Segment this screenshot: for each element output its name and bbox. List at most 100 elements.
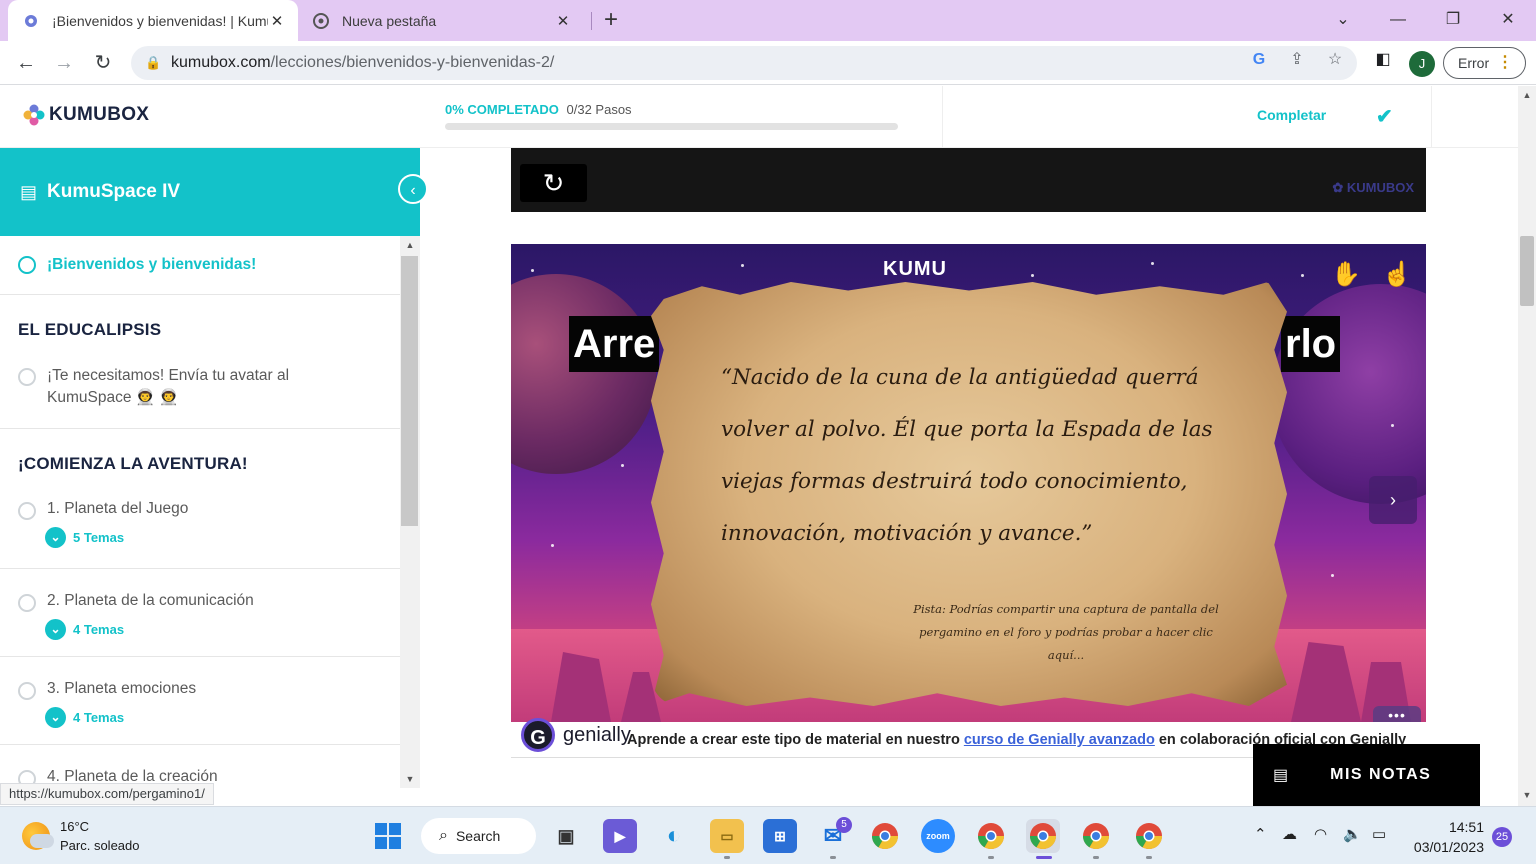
file-explorer-icon[interactable]: ▭	[710, 819, 744, 853]
reload-slide-icon[interactable]: ↻	[520, 164, 587, 202]
chrome-icon	[312, 12, 330, 30]
share-icon[interactable]: ⇪	[1286, 49, 1308, 71]
sidebar-scrollbar[interactable]: ▲ ▼	[400, 236, 420, 788]
profile-avatar[interactable]: J	[1409, 51, 1435, 77]
chrome-profile-icon[interactable]	[1132, 819, 1166, 853]
teams-chat-icon[interactable]: ▶	[603, 819, 637, 853]
task-view-icon[interactable]: ▣	[549, 819, 583, 853]
genially-slide[interactable]: KUMU Arre rlo ✋ ☝ › “Nacido de la cuna d…	[511, 244, 1426, 722]
tab-kumubox[interactable]: ¡Bienvenidos y bienvenidas! | Kumubox ✕	[8, 0, 298, 41]
scroll-down-arrow-icon[interactable]: ▼	[1518, 790, 1536, 800]
scrollbar-thumb[interactable]	[401, 256, 418, 526]
status-circle-icon	[18, 256, 36, 274]
topics-badge[interactable]: ⌄ 5 Temas	[45, 527, 124, 548]
lesson-label[interactable]: 1. Planeta del Juego	[47, 498, 188, 520]
chrome-profile-j-icon[interactable]	[1026, 819, 1060, 853]
course-title[interactable]: KumuSpace IV	[47, 181, 180, 203]
scrollbar-thumb[interactable]	[1520, 236, 1534, 306]
my-notes-button[interactable]: ▤ MIS NOTAS	[1253, 744, 1480, 806]
checkmark-icon[interactable]: ✔	[1376, 104, 1393, 129]
close-window-icon[interactable]: ✕	[1494, 6, 1522, 34]
genially-g-icon: G	[521, 718, 555, 752]
scroll-down-arrow-icon[interactable]: ▼	[400, 774, 420, 784]
star	[1151, 262, 1154, 265]
hand-icon[interactable]: ✋	[1329, 258, 1363, 292]
next-slide-button[interactable]: ›	[1369, 476, 1417, 524]
tab-new-tab[interactable]: Nueva pestaña ✕	[300, 0, 584, 41]
volume-icon[interactable]: 🔈	[1343, 825, 1362, 843]
close-tab-icon[interactable]: ✕	[268, 12, 286, 30]
notification-badge[interactable]: 25	[1492, 827, 1512, 847]
partly-sunny-icon	[22, 822, 54, 850]
lesson-label-line1: ¡Te necesitamos! Envía tu avatar al	[47, 367, 290, 384]
site-header: KUMUBOX 0% COMPLETADO 0/32 Pasos Complet…	[0, 86, 1518, 148]
restore-icon[interactable]: ❐	[1439, 6, 1467, 34]
slide-banner-left: Arre	[569, 316, 660, 372]
genially-logo[interactable]: G genially	[521, 718, 631, 752]
chrome-icon[interactable]	[868, 819, 902, 853]
chrome-profile-icon[interactable]	[1079, 819, 1113, 853]
lesson-label[interactable]: 2. Planeta de la comunicación	[47, 590, 254, 612]
active-indicator	[1036, 856, 1052, 859]
rock	[1291, 642, 1361, 722]
section-heading: EL EDUCALIPSIS	[18, 320, 162, 339]
plus-icon[interactable]: +	[598, 8, 624, 34]
star	[621, 464, 624, 467]
parchment-hint[interactable]: Pista: Podrías compartir una captura de …	[901, 598, 1231, 667]
progress-label: 0% COMPLETADO 0/32 Pasos	[445, 102, 632, 117]
tab-search-chevron-icon[interactable]: ⌄	[1329, 6, 1357, 34]
section-aventura: ¡COMIENZA LA AVENTURA! 1. Planeta del Ju…	[0, 429, 400, 569]
star	[1301, 274, 1304, 277]
side-panel-icon[interactable]: ◧	[1372, 49, 1394, 71]
windows-start-icon[interactable]	[371, 819, 405, 853]
zoom-icon[interactable]: zoom	[921, 819, 955, 853]
topics-count: 5 Temas	[73, 530, 125, 545]
topics-badge[interactable]: ⌄ 4 Temas	[45, 619, 124, 640]
lesson-label[interactable]: 3. Planeta emociones	[47, 678, 196, 700]
weather-widget[interactable]: 16°C Parc. soleado	[22, 817, 140, 855]
complete-button[interactable]: Completar	[1257, 107, 1326, 123]
scroll-up-arrow-icon[interactable]: ▲	[400, 240, 420, 250]
taskbar-search[interactable]: ⌕ Search	[421, 818, 536, 854]
google-icon[interactable]: G	[1248, 49, 1270, 71]
topics-badge[interactable]: ⌄ 4 Temas	[45, 707, 124, 728]
lesson-label[interactable]: ¡Bienvenidos y bienvenidas!	[47, 254, 256, 276]
star-bookmark-icon[interactable]: ☆	[1324, 49, 1346, 71]
running-indicator	[988, 856, 994, 859]
microsoft-store-icon[interactable]: ⊞	[763, 819, 797, 853]
lesson-label[interactable]: ¡Te necesitamos! Envía tu avatar al Kumu…	[47, 365, 289, 409]
minimize-icon[interactable]: —	[1384, 6, 1412, 34]
rock	[551, 652, 611, 722]
close-tab-icon[interactable]: ✕	[554, 12, 572, 30]
browser-toolbar: ← → ↻ 🔒 kumubox.com/lecciones/bienvenido…	[0, 41, 1536, 85]
forward-arrow-icon[interactable]: →	[50, 49, 78, 77]
battery-icon[interactable]: ▭	[1372, 825, 1386, 843]
chevron-down-icon: ⌄	[45, 707, 66, 728]
address-bar[interactable]: 🔒 kumubox.com/lecciones/bienvenidos-y-bi…	[131, 46, 1357, 80]
lesson-item-current[interactable]: ¡Bienvenidos y bienvenidas!	[0, 236, 400, 295]
reload-icon[interactable]: ↻	[89, 49, 117, 77]
back-arrow-icon[interactable]: ←	[12, 49, 40, 77]
wifi-icon[interactable]: ◠	[1314, 825, 1327, 843]
star	[1391, 424, 1394, 427]
touch-icon[interactable]: ☝	[1380, 258, 1414, 292]
slide-banner-right: rlo	[1281, 316, 1341, 372]
header-divider	[942, 86, 943, 147]
error-button[interactable]: Error ⋮	[1443, 47, 1526, 79]
more-options-button[interactable]: •••	[1373, 706, 1421, 722]
my-notes-label: MIS NOTAS	[1330, 766, 1432, 783]
page-scrollbar[interactable]: ▲ ▼	[1518, 86, 1536, 806]
chrome-profile-icon[interactable]	[974, 819, 1008, 853]
parchment-scroll[interactable]: “Nacido de la cuna de la antigüedad quer…	[651, 282, 1287, 706]
clock[interactable]: 14:51 03/01/2023	[1408, 817, 1484, 857]
genially-course-link[interactable]: curso de Genially avanzado	[964, 732, 1155, 748]
genially-brand: genially	[563, 723, 631, 746]
network-error-icon[interactable]: ☁	[1282, 825, 1297, 843]
chevron-up-icon[interactable]: ⌃	[1254, 825, 1267, 843]
slide-top-label: KUMU	[883, 258, 947, 280]
scroll-up-arrow-icon[interactable]: ▲	[1518, 90, 1536, 100]
star	[741, 264, 744, 267]
collapse-sidebar-button[interactable]: ‹	[398, 174, 428, 204]
kumubox-logo[interactable]: KUMUBOX	[23, 104, 149, 126]
edge-icon[interactable]: ◐	[657, 819, 691, 853]
